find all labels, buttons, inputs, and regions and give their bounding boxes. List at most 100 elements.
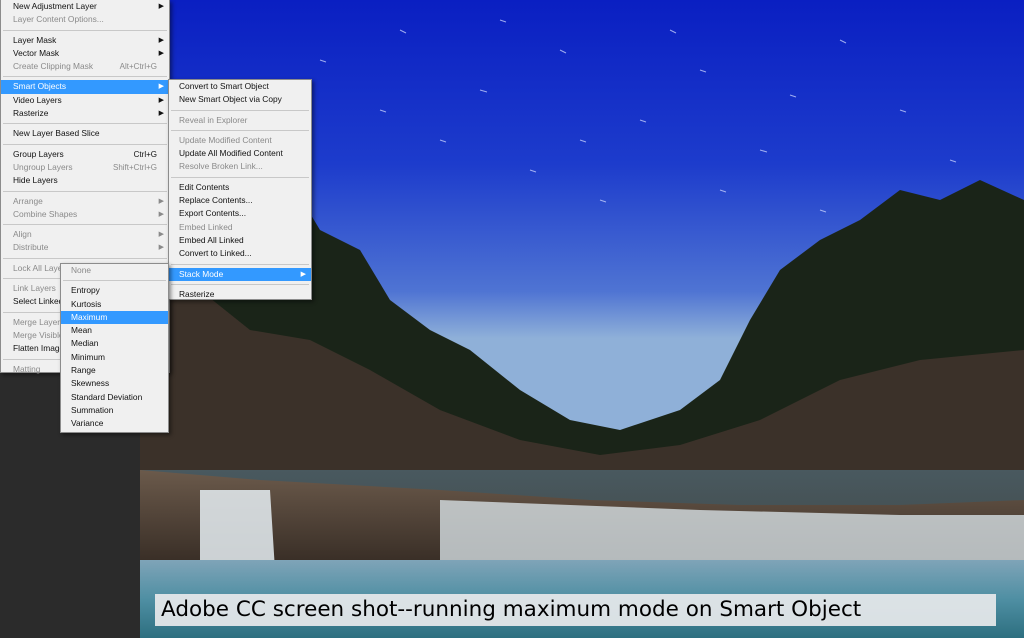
menu-item-label: None xyxy=(71,265,92,275)
menu-item-label: Rasterize xyxy=(179,288,215,299)
menu-item-label: Convert to Linked... xyxy=(179,248,252,259)
stack-mode-item-skewness[interactable]: Skewness xyxy=(61,377,168,390)
layer-menu-item-smart-objects[interactable]: Smart Objects ▶ xyxy=(1,80,169,94)
stack-mode-item-summation[interactable]: Summation xyxy=(61,404,168,417)
smart-menu-item-update-modified-content: Update Modified Content xyxy=(169,134,311,147)
layer-menu-item-layer-mask[interactable]: Layer Mask ▶ xyxy=(1,34,169,47)
menu-separator xyxy=(171,263,309,265)
menu-separator xyxy=(63,280,166,282)
layer-menu-item-group-layers[interactable]: Group Layers Ctrl+G xyxy=(1,148,169,161)
layer-menu-item-create-clipping-mask: Create Clipping Mask Alt+Ctrl+G xyxy=(1,60,169,73)
layer-menu-item-video-layers[interactable]: Video Layers ▶ xyxy=(1,94,169,107)
menu-item-label: Hide Layers xyxy=(13,175,58,186)
menu-item-shortcut: Ctrl+G xyxy=(133,149,157,159)
menu-item-label: Update All Modified Content xyxy=(179,148,283,159)
layer-menu-item-ungroup-layers: Ungroup Layers Shift+Ctrl+G xyxy=(1,161,169,174)
menu-item-label: Maximum xyxy=(71,311,108,322)
stack-mode-item-entropy[interactable]: Entropy xyxy=(61,284,168,297)
menu-item-label: Mean xyxy=(71,325,92,336)
smart-menu-item-convert-to-linked[interactable]: Convert to Linked... xyxy=(169,247,311,260)
menu-item-label: Merge Layers xyxy=(13,316,65,327)
stack-mode-item-variance[interactable]: Variance xyxy=(61,417,168,430)
smart-menu-item-export-contents[interactable]: Export Contents... xyxy=(169,207,311,220)
menu-item-label: Layer Mask xyxy=(13,34,57,45)
stack-mode-item-median[interactable]: Median xyxy=(61,337,168,350)
smart-menu-item-reveal-in-explorer: Reveal in Explorer xyxy=(169,114,311,127)
menu-item-label: Entropy xyxy=(71,285,100,296)
menu-item-shortcut: Shift+Ctrl+G xyxy=(112,162,157,172)
menu-separator xyxy=(3,190,167,192)
layer-menu-item-new-adjustment-layer[interactable]: New Adjustment Layer ▶ xyxy=(1,0,169,13)
smart-menu-item-rasterize[interactable]: Rasterize xyxy=(169,288,311,301)
menu-item-label: Edit Contents xyxy=(179,181,230,192)
smart-menu-item-update-all-modified-content[interactable]: Update All Modified Content xyxy=(169,147,311,160)
menu-separator xyxy=(3,76,167,78)
menu-item-label: Ungroup Layers xyxy=(13,161,73,172)
menu-item-label: Embed All Linked xyxy=(179,234,244,245)
menu-item-label: Replace Contents... xyxy=(179,195,253,206)
menu-separator xyxy=(3,224,167,226)
submenu-arrow-icon: ▶ xyxy=(158,110,164,118)
menu-item-label: New Smart Object via Copy xyxy=(179,94,282,105)
submenu-arrow-icon: ▶ xyxy=(158,3,164,10)
smart-objects-submenu: Convert to Smart Object New Smart Object … xyxy=(168,79,312,300)
menu-item-label: New Adjustment Layer xyxy=(13,1,97,11)
menu-separator xyxy=(3,257,167,259)
smart-menu-item-convert-to-smart-object[interactable]: Convert to Smart Object xyxy=(169,80,311,93)
stack-mode-item-mean[interactable]: Mean xyxy=(61,324,168,337)
stack-mode-item-standard-deviation[interactable]: Standard Deviation xyxy=(61,391,168,404)
menu-item-label: Vector Mask xyxy=(13,47,60,58)
menu-item-label: Create Clipping Mask xyxy=(13,61,94,72)
menu-item-label: Median xyxy=(71,338,99,349)
layer-menu-item-align: Align ▶ xyxy=(1,228,169,241)
menu-item-label: Stack Mode xyxy=(179,268,224,279)
smart-menu-item-embed-linked: Embed Linked xyxy=(169,221,311,234)
menu-item-shortcut: Alt+Ctrl+G xyxy=(119,62,157,72)
stack-mode-submenu: None Entropy Kurtosis Maximum Mean Median Mini… xyxy=(60,263,169,433)
menu-separator xyxy=(3,143,167,145)
submenu-arrow-icon: ▶ xyxy=(158,49,164,57)
menu-item-label: Smart Objects xyxy=(13,81,67,92)
menu-item-label: Layer Content Options... xyxy=(13,14,104,25)
layer-menu-item-distribute: Distribute ▶ xyxy=(1,241,169,254)
submenu-arrow-icon: ▶ xyxy=(158,244,164,252)
submenu-arrow-icon: ▶ xyxy=(158,210,164,218)
menu-separator xyxy=(171,283,309,285)
layer-menu-item-new-layer-based-slice[interactable]: New Layer Based Slice xyxy=(1,127,169,140)
menu-separator xyxy=(171,109,309,111)
submenu-arrow-icon: ▶ xyxy=(158,36,164,44)
submenu-arrow-icon: ▶ xyxy=(158,197,164,205)
smart-menu-item-replace-contents[interactable]: Replace Contents... xyxy=(169,194,311,207)
menu-item-label: Minimum xyxy=(71,351,105,362)
smart-menu-item-embed-all-linked[interactable]: Embed All Linked xyxy=(169,234,311,247)
layer-menu-item-rasterize[interactable]: Rasterize ▶ xyxy=(1,107,169,120)
smart-menu-item-edit-contents[interactable]: Edit Contents xyxy=(169,181,311,194)
submenu-arrow-icon: ▶ xyxy=(158,96,164,104)
menu-item-label: Export Contents... xyxy=(179,208,247,219)
layer-menu-item-vector-mask[interactable]: Vector Mask ▶ xyxy=(1,47,169,60)
menu-separator xyxy=(3,123,167,125)
menu-item-label: Arrange xyxy=(13,195,43,206)
caption-text: Adobe CC screen shot--running maximum mo… xyxy=(155,594,996,626)
layer-menu-item-hide-layers[interactable]: Hide Layers xyxy=(1,174,169,187)
stack-mode-item-range[interactable]: Range xyxy=(61,364,168,377)
menu-item-label: Align xyxy=(13,229,32,240)
menu-item-label: Rasterize xyxy=(13,108,49,119)
menu-item-label: Group Layers xyxy=(13,148,64,159)
menu-item-label: Kurtosis xyxy=(71,298,102,309)
menu-item-label: Range xyxy=(71,365,96,376)
menu-item-label: Flatten Image xyxy=(13,343,65,354)
submenu-arrow-icon: ▶ xyxy=(300,270,306,278)
menu-item-label: Resolve Broken Link... xyxy=(179,161,263,172)
stack-mode-item-minimum[interactable]: Minimum xyxy=(61,351,168,364)
submenu-arrow-icon: ▶ xyxy=(158,83,164,91)
smart-menu-item-stack-mode[interactable]: Stack Mode ▶ xyxy=(169,267,311,281)
menu-item-label: Link Layers xyxy=(13,283,56,294)
stack-mode-item-maximum[interactable]: Maximum xyxy=(61,310,168,325)
menu-item-label: Summation xyxy=(71,404,114,415)
submenu-arrow-icon: ▶ xyxy=(158,231,164,239)
smart-menu-item-new-smart-object-via-copy[interactable]: New Smart Object via Copy xyxy=(169,93,311,106)
stack-mode-item-kurtosis[interactable]: Kurtosis xyxy=(61,298,168,311)
layer-menu-item-combine-shapes: Combine Shapes ▶ xyxy=(1,208,169,221)
menu-item-label: Reveal in Explorer xyxy=(179,114,248,125)
